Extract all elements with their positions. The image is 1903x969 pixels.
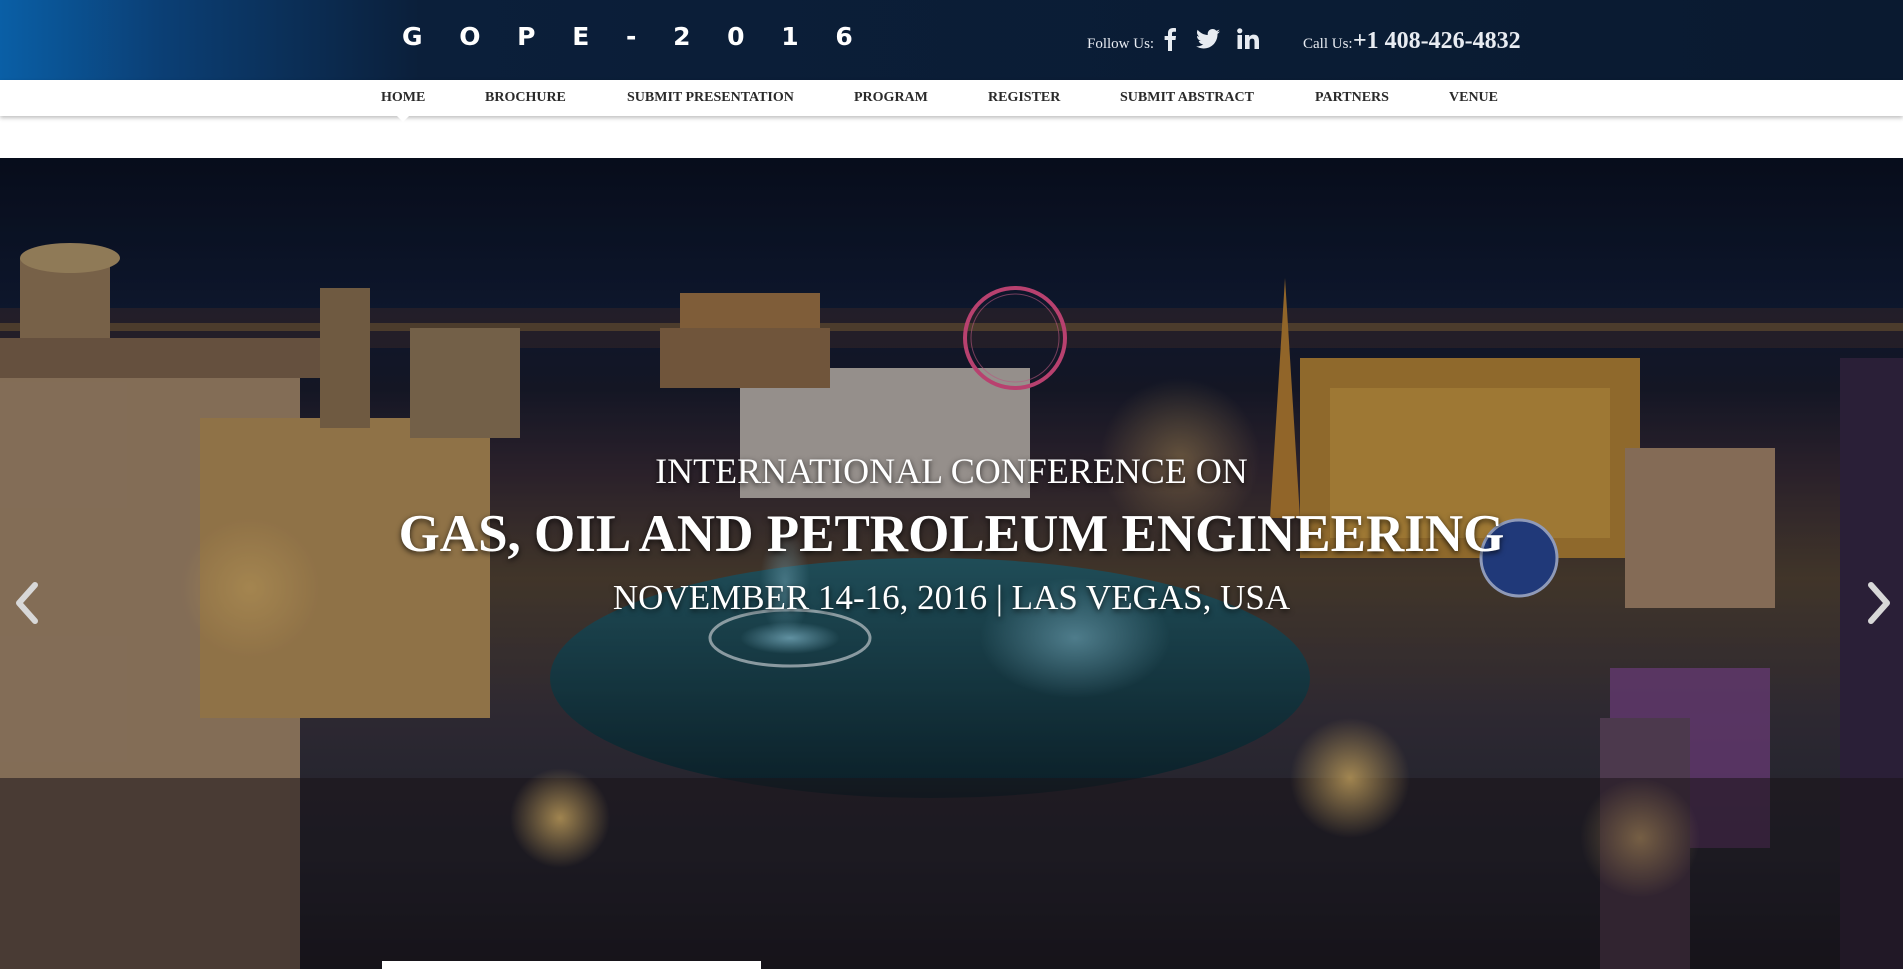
nav-item-register[interactable]: REGISTER: [988, 80, 1060, 116]
nav-item-brochure[interactable]: BROCHURE: [485, 80, 566, 116]
twitter-icon[interactable]: [1196, 26, 1220, 52]
top-header: G O P E - 2 0 1 6 Follow Us: Call Us: +1…: [0, 0, 1903, 80]
follow-us-label: Follow Us:: [1087, 36, 1155, 52]
linkedin-icon[interactable]: [1236, 26, 1260, 52]
hero-subtitle: INTERNATIONAL CONFERENCE ON: [655, 451, 1248, 491]
content-panel-edge: [382, 961, 761, 969]
nav-item-venue[interactable]: VENUE: [1449, 80, 1498, 116]
site-logo[interactable]: G O P E - 2 0 1 6: [402, 22, 867, 51]
nav-item-program[interactable]: PROGRAM: [854, 80, 928, 116]
hero-slider: INTERNATIONAL CONFERENCE ON GAS, OIL AND…: [0, 158, 1903, 969]
nav-item-submit-abstract[interactable]: SUBMIT ABSTRACT: [1120, 80, 1254, 116]
active-nav-indicator: [397, 116, 409, 122]
facebook-icon[interactable]: [1158, 26, 1182, 52]
nav-item-home[interactable]: HOME: [381, 80, 425, 116]
phone-number[interactable]: +1 408-426-4832: [1353, 28, 1521, 55]
chevron-right-icon[interactable]: [1860, 578, 1900, 628]
hero-date-location: NOVEMBER 14-16, 2016 | LAS VEGAS, USA: [612, 578, 1291, 617]
chevron-left-icon[interactable]: [6, 578, 46, 628]
main-navbar: HOME BROCHURE SUBMIT PRESENTATION PROGRA…: [0, 80, 1903, 116]
nav-item-submit-presentation[interactable]: SUBMIT PRESENTATION: [627, 80, 794, 116]
nav-item-partners[interactable]: PARTNERS: [1315, 80, 1389, 116]
call-us-label: Call Us:: [1303, 36, 1353, 52]
hero-title: GAS, OIL AND PETROLEUM ENGINEERING: [398, 505, 1505, 563]
